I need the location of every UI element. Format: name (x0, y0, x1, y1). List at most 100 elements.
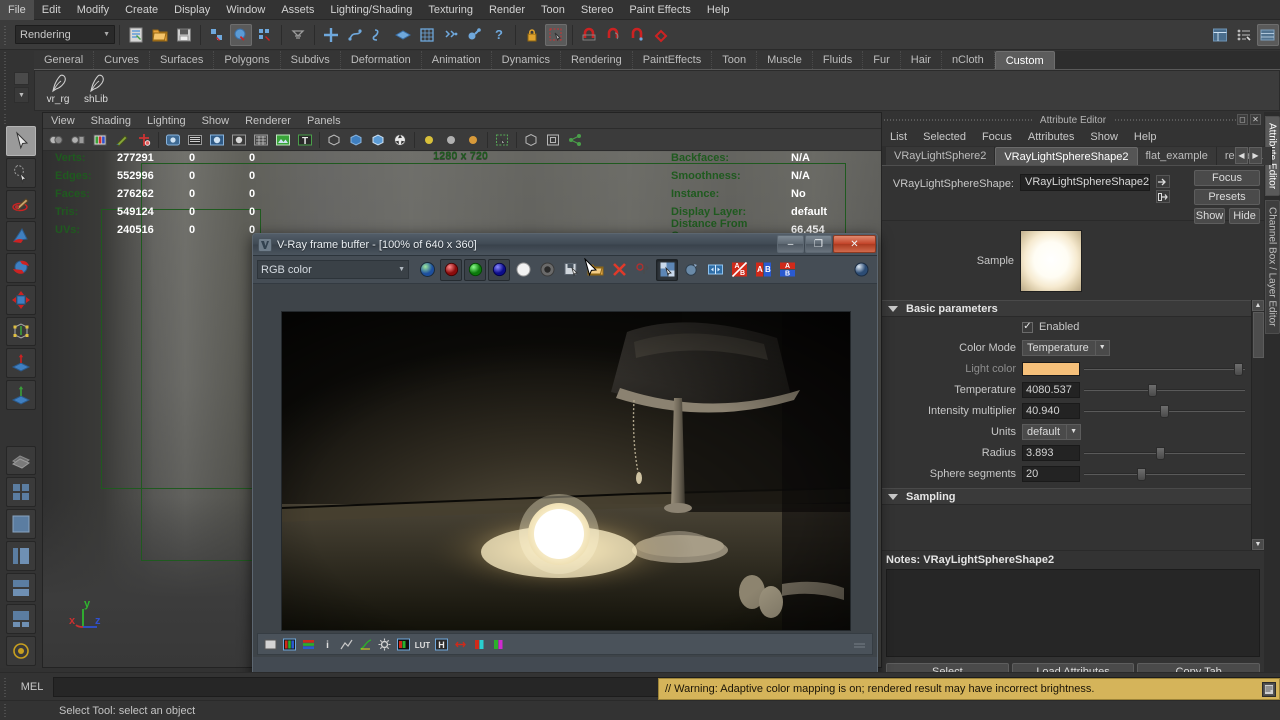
select-tool-toolbar-button[interactable] (545, 23, 567, 46)
light-color-slider[interactable] (1084, 361, 1245, 377)
wireframe-on-shaded-icon[interactable] (251, 130, 271, 150)
grid-toggle-icon[interactable] (543, 130, 563, 150)
temperature-input[interactable]: 4080.537 (1022, 381, 1080, 398)
script-editor-icon[interactable] (1262, 682, 1276, 697)
selection-mask-button[interactable] (287, 24, 309, 46)
paint-effects-toggle-icon[interactable] (112, 130, 132, 150)
slider-knob[interactable] (1148, 383, 1158, 397)
select-by-object-type-button[interactable] (230, 23, 252, 46)
shelf-tab-ncloth[interactable]: nCloth (941, 51, 995, 69)
color-curve-icon[interactable] (358, 637, 373, 652)
layout-four-view-button[interactable] (6, 477, 36, 508)
menu-item-stereo[interactable]: Stereo (573, 0, 621, 20)
select-by-hierarchy-button[interactable] (206, 24, 228, 46)
render-last-icon[interactable] (263, 637, 278, 652)
viewport-menu-shading[interactable]: Shading (83, 113, 139, 129)
enabled-checkbox[interactable]: ✓ (1022, 321, 1033, 333)
shelf-tab-hair[interactable]: Hair (900, 51, 942, 69)
vray-frame-buffer-window[interactable]: V-Ray frame buffer - [100% of 640 x 360]… (252, 233, 878, 678)
histogram-icon[interactable]: H (434, 637, 449, 652)
slider-knob[interactable] (1159, 404, 1169, 418)
save-scene-button[interactable] (173, 24, 195, 46)
shelf-item-vr-rg[interactable]: vr_rg (39, 73, 77, 105)
shelf-tab-dynamics[interactable]: Dynamics (491, 51, 561, 69)
node-name-input[interactable]: VRayLightSphereShape2 (1020, 174, 1150, 191)
menu-item-toon[interactable]: Toon (533, 0, 573, 20)
clear-image-icon[interactable] (608, 259, 630, 281)
lasso-tool-button[interactable] (6, 157, 36, 188)
slider-knob[interactable] (1156, 446, 1166, 460)
shelf-tab-curves[interactable]: Curves (94, 51, 150, 69)
shelf-item-shlib[interactable]: shLib (77, 73, 115, 105)
temperature-slider[interactable] (1084, 382, 1245, 398)
menu-item-create[interactable]: Create (117, 0, 166, 20)
ae-tab-vraylightsphereshape2[interactable]: VRayLightSphereShape2 (995, 147, 1138, 165)
lock-button[interactable] (521, 24, 543, 46)
shelf-grip[interactable] (2, 52, 11, 110)
snap-to-point-button[interactable] (368, 24, 390, 46)
shelf-menu-button[interactable] (14, 72, 29, 85)
default-light-icon[interactable] (441, 130, 461, 150)
side-tab-channel-box[interactable]: Channel Box / Layer Editor (1264, 200, 1280, 334)
show-button[interactable]: Show (1194, 208, 1225, 224)
xray-joints-icon[interactable] (134, 130, 154, 150)
vfb-resize-grip-icon[interactable] (852, 637, 867, 652)
xray-active-icon[interactable] (346, 130, 366, 150)
shelf-tab-animation[interactable]: Animation (421, 51, 492, 69)
focus-button[interactable]: Focus (1194, 170, 1260, 186)
show-blue-channel-icon[interactable] (488, 258, 510, 281)
monochrome-icon[interactable] (536, 259, 558, 281)
viewport-menu-lighting[interactable]: Lighting (139, 113, 194, 129)
snap-to-grid-button[interactable] (320, 24, 342, 46)
previous-node-icon[interactable] (1156, 175, 1170, 188)
high-quality-render-icon[interactable] (390, 130, 410, 150)
shelf-tab-custom[interactable]: Custom (994, 51, 1055, 69)
no-lights-icon[interactable] (419, 130, 439, 150)
scroll-down-icon[interactable]: ▼ (1252, 539, 1264, 550)
open-scene-button[interactable] (149, 24, 171, 46)
menu-item-lighting-shading[interactable]: Lighting/Shading (322, 0, 420, 20)
shelf-tab-fur[interactable]: Fur (863, 51, 901, 69)
magnet-snap-1-button[interactable] (578, 24, 600, 46)
show-manipulator-tool-button[interactable] (6, 380, 36, 410)
soft-modification-tool-button[interactable] (6, 348, 36, 379)
color-corrections-icon[interactable] (680, 259, 702, 281)
ae-menu-list[interactable]: List (882, 128, 915, 146)
compare-horizontal-icon[interactable]: AB (728, 259, 750, 281)
ae-menu-help[interactable]: Help (1126, 128, 1165, 146)
show-channel-box-button[interactable] (1209, 24, 1231, 46)
layout-single-view-button[interactable] (6, 509, 36, 539)
snap-to-curve-button[interactable] (344, 24, 366, 46)
camera-attributes-icon[interactable] (46, 130, 66, 150)
select-tool-button[interactable] (6, 126, 36, 156)
rendered-image-canvas[interactable] (281, 311, 851, 631)
layout-outliner-persp-button[interactable] (6, 540, 36, 571)
magenta-channel-icon[interactable] (491, 637, 506, 652)
ae-tab-vraylightsphere2[interactable]: VRayLightSphere2 (886, 147, 996, 165)
scrollbar-thumb[interactable] (1252, 312, 1264, 358)
help-question-button[interactable]: ? (488, 24, 510, 46)
cyan-channel-icon[interactable] (472, 637, 487, 652)
sphere-segments-input[interactable]: 20 (1022, 465, 1080, 482)
units-dropdown[interactable]: default ▼ (1022, 423, 1082, 440)
region-render-icon[interactable] (656, 258, 678, 281)
viewport-menu-view[interactable]: View (43, 113, 83, 129)
channel-select-dropdown[interactable]: RGB color ▼ (257, 260, 409, 279)
menu-item-render[interactable]: Render (481, 0, 533, 20)
shadows-toggle-icon[interactable] (492, 130, 512, 150)
vfb-settings-icon[interactable] (850, 259, 872, 281)
sphere-segments-slider[interactable] (1084, 466, 1245, 482)
info-icon[interactable]: i (320, 637, 335, 652)
layout-hypershade-button[interactable] (6, 636, 36, 666)
rgb-levels-icon[interactable] (282, 637, 297, 652)
viewport-menu-renderer[interactable]: Renderer (237, 113, 299, 129)
menuset-selector[interactable]: Rendering ▼ (15, 25, 115, 44)
make-live-button[interactable] (440, 24, 462, 46)
menu-item-texturing[interactable]: Texturing (420, 0, 481, 20)
shelf-tab-muscle[interactable]: Muscle (757, 51, 813, 69)
smooth-shade-all-icon[interactable] (207, 130, 227, 150)
magnet-snap-4-button[interactable] (650, 24, 672, 46)
presets-button[interactable]: Presets (1194, 189, 1260, 205)
track-mouse-icon[interactable] (632, 259, 654, 281)
load-image-icon[interactable] (584, 259, 606, 281)
